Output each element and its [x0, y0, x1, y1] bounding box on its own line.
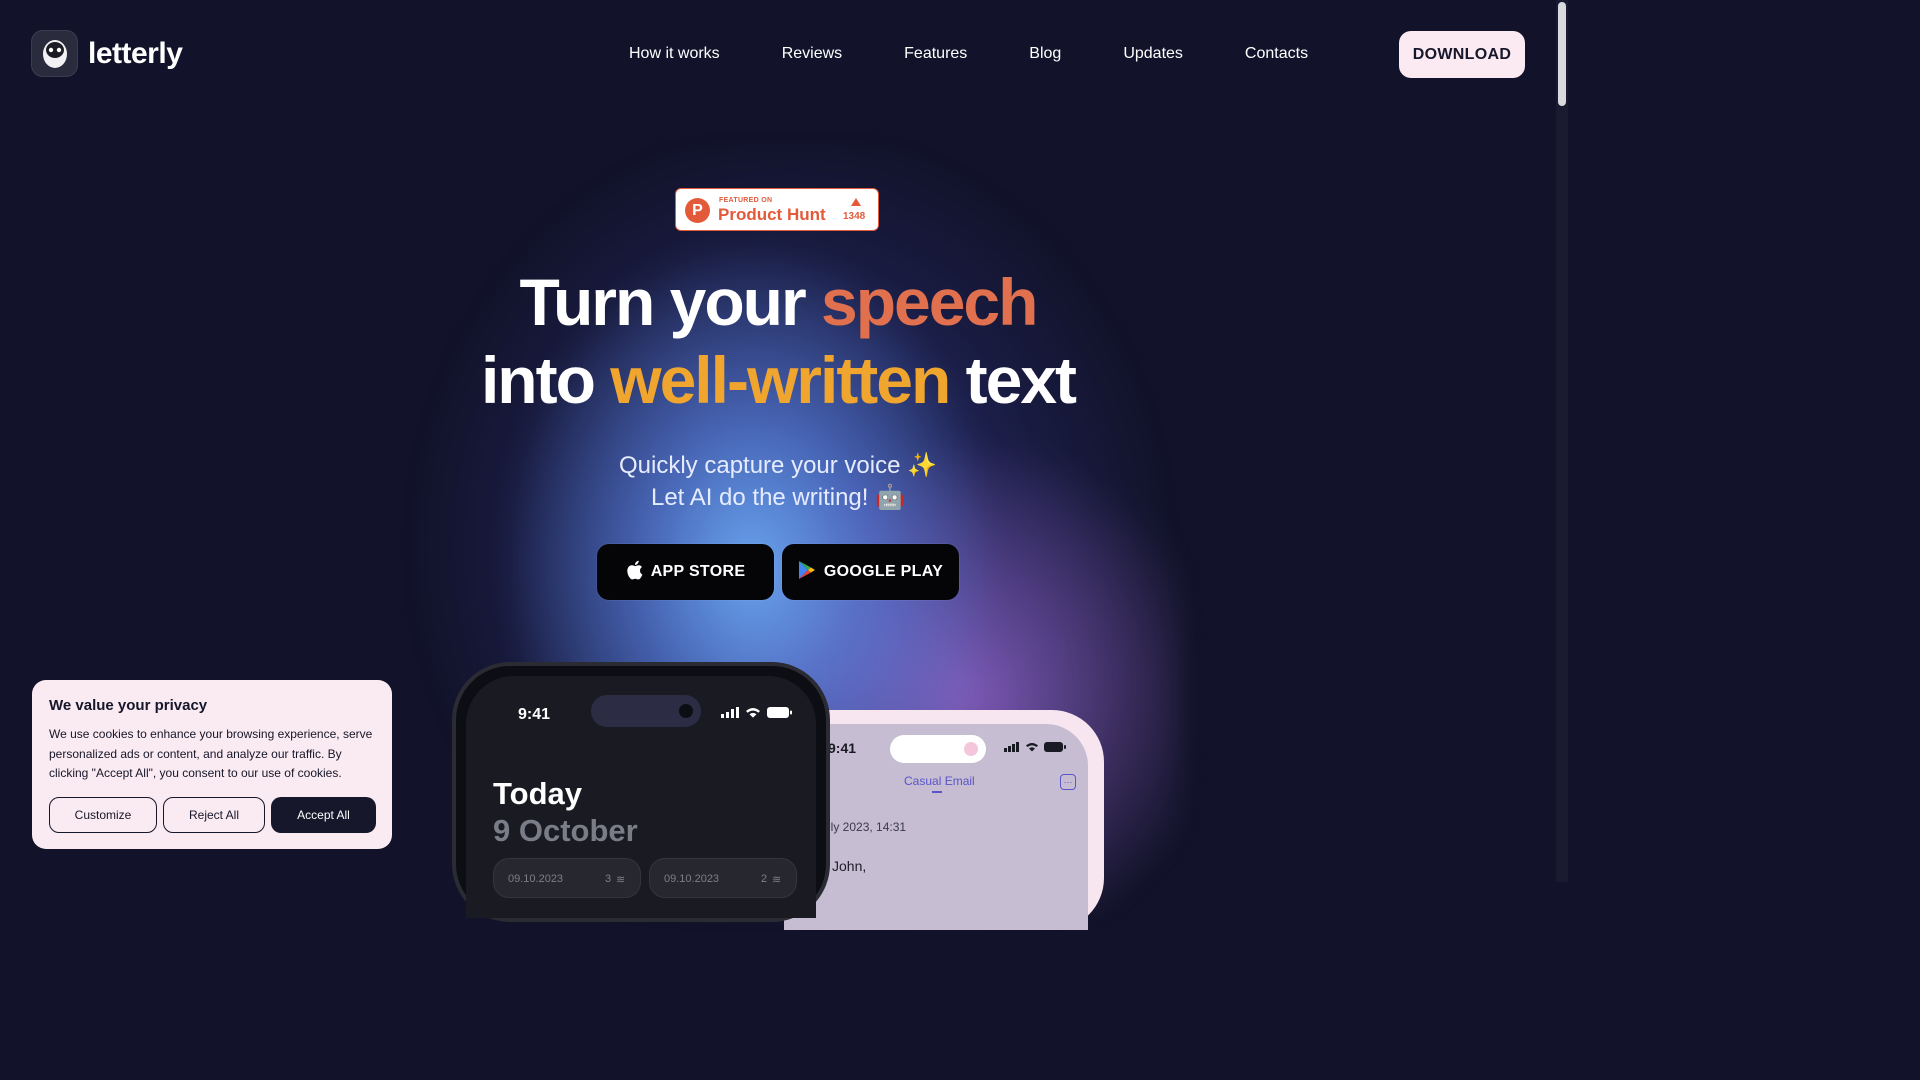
- note-card[interactable]: 09.10.2023 2 ≋: [649, 858, 797, 898]
- hero-subtitle-1: Quickly capture your voice ✨: [619, 452, 937, 479]
- scrollbar[interactable]: [1556, 0, 1568, 882]
- nav-reviews[interactable]: Reviews: [782, 45, 842, 63]
- phone-dark-time: 9:41: [518, 706, 551, 723]
- product-hunt-votes: 1348: [843, 211, 866, 222]
- product-hunt-featured: FEATURED ON: [719, 197, 773, 204]
- note-card[interactable]: 09.10.2023 3 ≋: [493, 858, 641, 898]
- hero-title-part: into: [480, 343, 611, 417]
- nav-updates[interactable]: Updates: [1123, 45, 1183, 63]
- nav-blog[interactable]: Blog: [1029, 45, 1061, 63]
- phone-dark-title: Today: [493, 776, 582, 811]
- battery-icon: [767, 707, 792, 718]
- product-hunt-badge[interactable]: P FEATURED ON Product Hunt 1348: [675, 188, 879, 231]
- hero-title-speech: speech: [820, 265, 1038, 339]
- phone-mockup-dark: 9:41 Today 9 October 09.10.2023 3 ≋ 09.1…: [452, 662, 830, 922]
- main-nav: How it works Reviews Features Blog Updat…: [629, 30, 1370, 77]
- logo-text: letterly: [88, 36, 183, 70]
- customize-button[interactable]: Customize: [49, 797, 157, 833]
- product-hunt-icon: P: [685, 198, 710, 223]
- note-card-count: 3: [605, 873, 612, 885]
- download-button[interactable]: DOWNLOAD: [1399, 31, 1525, 78]
- layers-icon: ≋: [616, 874, 626, 886]
- wifi-icon: [746, 708, 760, 718]
- signal-icon: [721, 707, 739, 718]
- note-card-count: 2: [761, 873, 768, 885]
- battery-icon: [1044, 742, 1066, 752]
- status-icons: [721, 707, 792, 718]
- scrollbar-thumb[interactable]: [1558, 2, 1566, 106]
- hero-title-well-written: well-written: [610, 343, 951, 417]
- nav-how-it-works[interactable]: How it works: [629, 45, 720, 63]
- upvote-icon: [851, 198, 861, 206]
- dynamic-island: [591, 695, 701, 727]
- wifi-icon: [1026, 743, 1038, 752]
- tab-casual-email[interactable]: Casual Email: [904, 774, 975, 788]
- note-card-date: 09.10.2023: [664, 873, 720, 885]
- google-play-label: GOOGLE PLAY: [823, 563, 944, 580]
- apple-icon: [626, 560, 643, 585]
- app-store-label: APP STORE: [650, 563, 746, 580]
- google-play-button[interactable]: GOOGLE PLAY: [782, 544, 959, 600]
- logo[interactable]: letterly: [31, 30, 183, 77]
- recording-dot: [964, 742, 978, 756]
- tab-indicator: [932, 791, 942, 793]
- phone-light-time: 9:41: [828, 740, 857, 756]
- cookie-text: We use cookies to enhance your browsing …: [49, 727, 373, 780]
- nav-features[interactable]: Features: [904, 45, 967, 63]
- reject-all-button[interactable]: Reject All: [163, 797, 265, 833]
- accept-all-button[interactable]: Accept All: [271, 797, 376, 833]
- phone-dark-screen: 9:41 Today 9 October 09.10.2023 3 ≋ 09.1…: [466, 676, 816, 918]
- nav-contacts[interactable]: Contacts: [1245, 45, 1308, 63]
- camera-icon: [679, 704, 693, 718]
- dynamic-island: [890, 735, 986, 763]
- layers-icon: ≋: [772, 874, 782, 886]
- phone-dark-date: 9 October: [493, 813, 638, 848]
- logo-mascot-icon: [31, 30, 78, 77]
- note-card-date: 09.10.2023: [508, 873, 564, 885]
- cookie-consent-banner: We value your privacy We use cookies to …: [32, 680, 392, 849]
- product-hunt-name: Product Hunt: [718, 205, 826, 224]
- hero-title-line-1: Turn your speech: [0, 263, 1556, 341]
- app-store-button[interactable]: APP STORE: [597, 544, 774, 600]
- hero-title-line-2: into well-written text: [0, 341, 1556, 419]
- hero-title-part: Turn your: [519, 265, 821, 339]
- hero-title-part: text: [949, 343, 1077, 417]
- signal-icon: [1004, 742, 1019, 752]
- email-greeting: John,: [832, 858, 867, 874]
- cookie-title: We value your privacy: [49, 697, 208, 714]
- google-play-icon: [798, 560, 816, 585]
- email-date: uly 2023, 14:31: [824, 820, 907, 834]
- status-icons: [1004, 742, 1066, 752]
- hero-subtitle-2: Let AI do the writing! 🤖: [650, 484, 905, 511]
- chat-icon[interactable]: ···: [1060, 774, 1076, 790]
